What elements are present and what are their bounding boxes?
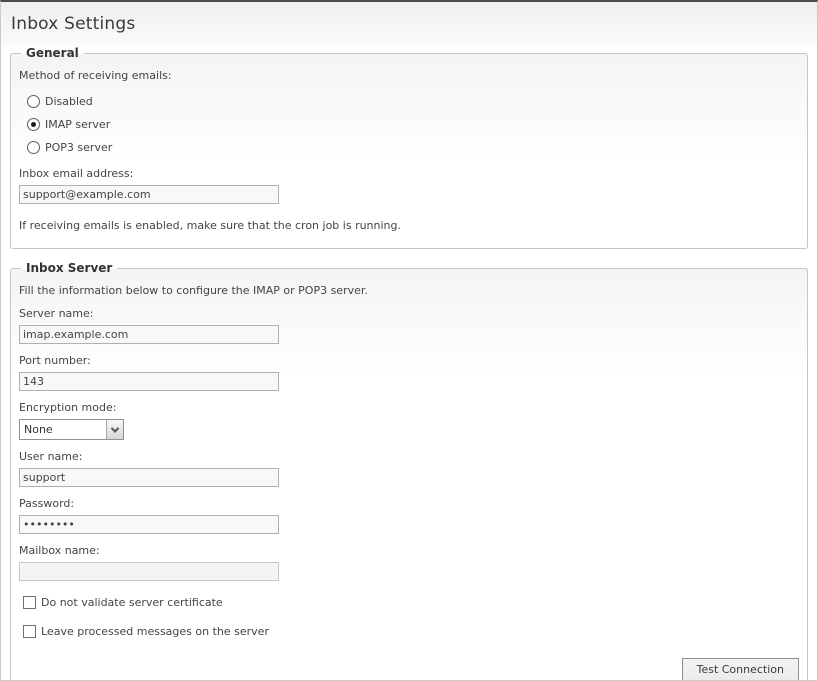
inbox-server-section: Inbox Server Fill the information below … bbox=[10, 261, 808, 681]
user-name-label: User name: bbox=[19, 450, 799, 463]
select-dropdown-button[interactable] bbox=[106, 420, 123, 439]
checkbox-validate-certificate[interactable]: Do not validate server certificate bbox=[23, 596, 799, 609]
inbox-email-input[interactable] bbox=[19, 185, 279, 204]
general-legend: General bbox=[21, 46, 84, 60]
radio-pop3-server[interactable]: POP3 server bbox=[27, 141, 799, 154]
general-section: General Method of receiving emails: Disa… bbox=[10, 46, 808, 249]
checkbox-leave-messages[interactable]: Leave processed messages on the server bbox=[23, 625, 799, 638]
mailbox-name-input bbox=[19, 562, 279, 581]
server-name-label: Server name: bbox=[19, 307, 799, 320]
checkbox-leave-messages-label: Leave processed messages on the server bbox=[41, 625, 269, 638]
inbox-email-label: Inbox email address: bbox=[19, 167, 799, 180]
checkbox-validate-certificate-control[interactable] bbox=[23, 596, 36, 609]
radio-pop3-server-label: POP3 server bbox=[45, 141, 112, 154]
radio-imap-server-label: IMAP server bbox=[45, 118, 110, 131]
inbox-server-legend: Inbox Server bbox=[21, 261, 117, 275]
user-name-input[interactable] bbox=[19, 468, 279, 487]
chevron-down-icon bbox=[111, 424, 119, 432]
radio-pop3-server-control[interactable] bbox=[27, 141, 40, 154]
password-input[interactable] bbox=[19, 515, 279, 534]
settings-form: General Method of receiving emails: Disa… bbox=[1, 46, 817, 681]
cron-job-note: If receiving emails is enabled, make sur… bbox=[19, 219, 799, 232]
checkbox-validate-certificate-label: Do not validate server certificate bbox=[41, 596, 223, 609]
server-name-input[interactable] bbox=[19, 325, 279, 344]
password-label: Password: bbox=[19, 497, 799, 510]
radio-disabled[interactable]: Disabled bbox=[27, 95, 799, 108]
actions-row: Test Connection bbox=[19, 658, 799, 681]
inbox-server-description: Fill the information below to configure … bbox=[19, 284, 799, 297]
test-connection-button[interactable]: Test Connection bbox=[682, 658, 799, 681]
radio-disabled-control[interactable] bbox=[27, 95, 40, 108]
page-header: Inbox Settings bbox=[1, 2, 817, 46]
page-title: Inbox Settings bbox=[11, 14, 135, 34]
port-number-label: Port number: bbox=[19, 354, 799, 367]
radio-disabled-label: Disabled bbox=[45, 95, 93, 108]
inbox-settings-page: Inbox Settings General Method of receivi… bbox=[0, 0, 818, 681]
encryption-mode-label: Encryption mode: bbox=[19, 401, 799, 414]
port-number-input[interactable] bbox=[19, 372, 279, 391]
method-of-receiving-label: Method of receiving emails: bbox=[19, 69, 799, 82]
radio-imap-server[interactable]: IMAP server bbox=[27, 118, 799, 131]
encryption-mode-selected-value: None bbox=[20, 423, 106, 436]
receiving-method-radio-group: Disabled IMAP server POP3 server bbox=[19, 95, 799, 154]
checkbox-leave-messages-control[interactable] bbox=[23, 625, 36, 638]
encryption-mode-select[interactable]: None bbox=[19, 419, 124, 440]
mailbox-name-label: Mailbox name: bbox=[19, 544, 799, 557]
radio-imap-server-control[interactable] bbox=[27, 118, 40, 131]
